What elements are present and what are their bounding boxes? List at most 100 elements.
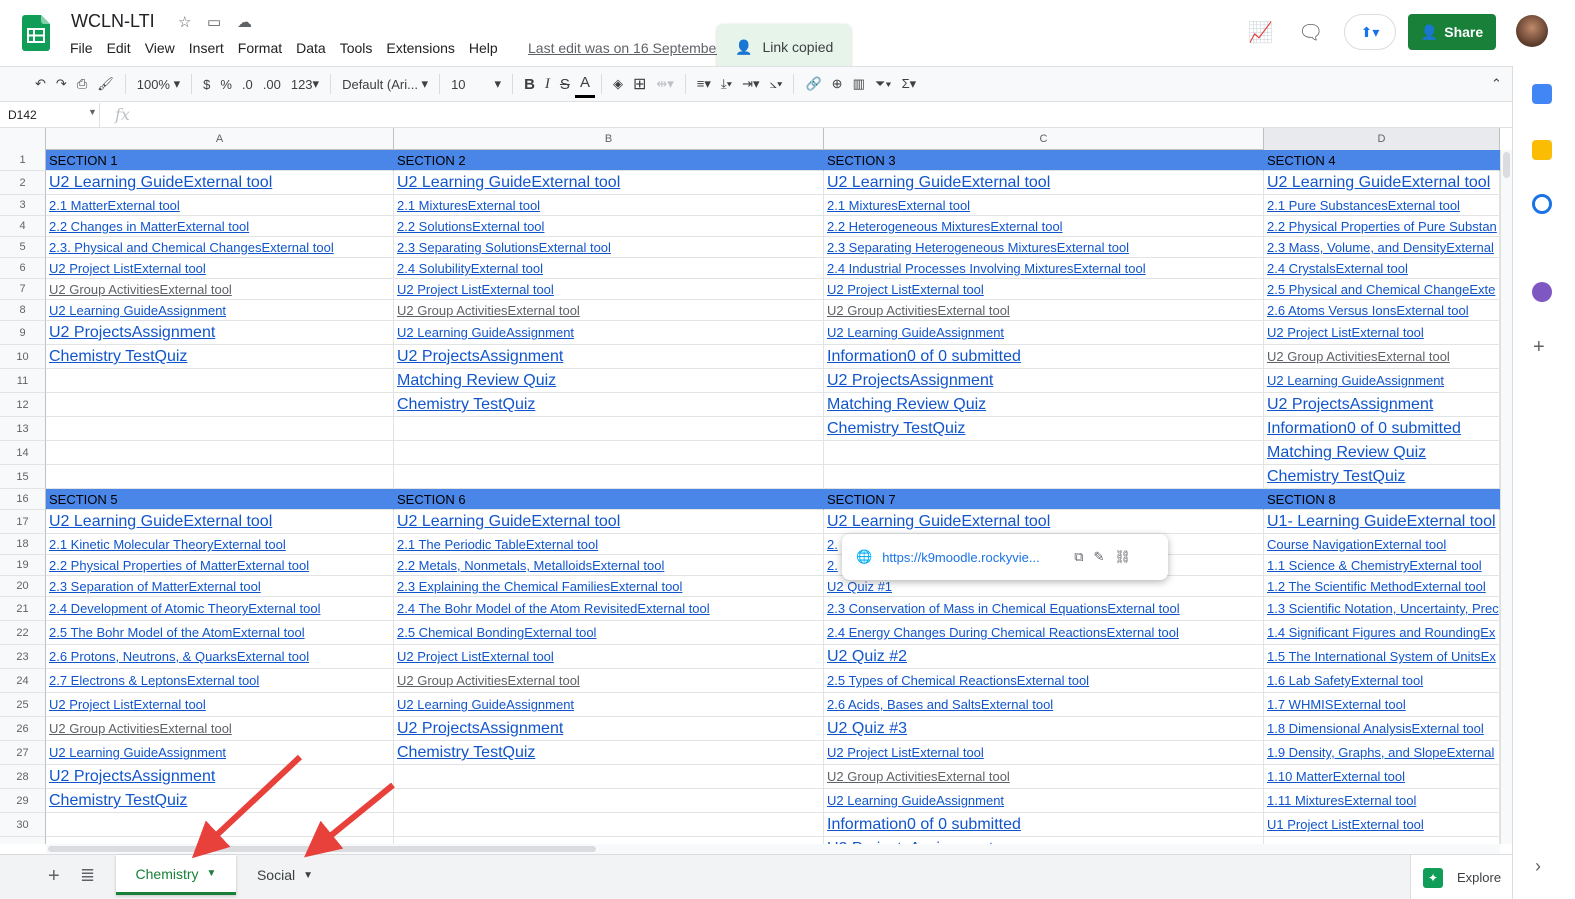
cell-link[interactable]: 2.4 SolubilityExternal tool [397,261,543,276]
cell[interactable]: Matching Review Quiz [824,393,1264,417]
cell[interactable]: U2 Group ActivitiesExternal tool [46,717,394,741]
cell[interactable] [46,417,394,441]
cell-link[interactable]: U2 Learning GuideExternal tool [397,174,620,191]
cell-link[interactable]: U2 Quiz #3 [827,720,907,737]
cell[interactable]: U2 Learning GuideAssignment [394,321,824,345]
cell[interactable]: U2 Learning GuideAssignment [824,789,1264,813]
edit-icon[interactable]: ✎ [1093,549,1104,565]
menu-view[interactable]: View [145,40,181,56]
cell-link[interactable]: U2 Learning GuideExternal tool [827,513,1050,530]
cell-link[interactable]: U2 Learning GuideAssignment [1267,373,1444,388]
explore-button[interactable]: ✦ Explore [1410,855,1512,899]
cell-link[interactable]: 2.2 Heterogeneous MixturesExternal tool [827,219,1063,234]
row-header[interactable]: 4 [0,216,46,237]
cell-link[interactable]: U2 Learning GuideAssignment [827,793,1004,808]
star-icon[interactable]: ☆ [178,13,191,31]
cell[interactable]: 2.5 Chemical BondingExternal tool [394,621,824,645]
horizontal-align-icon[interactable]: ≡▾ [692,70,716,98]
sheet-grid[interactable]: A B C D 1 SECTION 1 SECTION 2 SECTION 3 SECT… [0,128,1500,844]
cell[interactable]: 1.6 Lab SafetyExternal tool [1264,669,1500,693]
cell[interactable]: 2.1 Kinetic Molecular TheoryExternal too… [46,534,394,555]
cell-link[interactable]: U2 Learning GuideAssignment [827,325,1004,340]
cell[interactable]: 2.1 MixturesExternal tool [824,195,1264,216]
cell-link[interactable]: U2 Project ListExternal tool [827,745,984,760]
cell[interactable]: 2.2 Metals, Nonmetals, MetalloidsExterna… [394,555,824,576]
cell-link[interactable]: 1.1 Science & ChemistryExternal tool [1267,558,1482,573]
more-formats-button[interactable]: 123 ▾ [286,70,324,98]
insert-comment-icon[interactable]: ⊕ [827,70,848,98]
cell-link[interactable]: Information0 of 0 submitted [827,348,1021,365]
cell[interactable]: 2.6 Acids, Bases and SaltsExternal tool [824,693,1264,717]
row-header[interactable]: 17 [0,510,46,534]
keep-icon[interactable] [1532,140,1552,160]
cell-link[interactable]: 2. [827,558,838,573]
row-header[interactable]: 29 [0,789,46,813]
cell[interactable]: U1 Project ListExternal tool [1264,813,1500,837]
cell[interactable]: 2.3. Physical and Chemical ChangesExtern… [46,237,394,258]
font-select[interactable]: Default (Ari... ▾ [337,70,433,98]
cell[interactable]: 1.9 Density, Graphs, and SlopeExternal [1264,741,1500,765]
cell[interactable]: 2.3 Separating SolutionsExternal tool [394,237,824,258]
cell-link[interactable]: 2.6 Atoms Versus IonsExternal tool [1267,303,1469,318]
cell[interactable]: U2 Learning GuideAssignment [1264,369,1500,393]
row-header[interactable]: 23 [0,645,46,669]
cell[interactable] [46,813,394,837]
column-header[interactable]: D [1264,128,1500,150]
row-header[interactable]: 14 [0,441,46,465]
row-header[interactable]: 28 [0,765,46,789]
cell-link[interactable]: U2 Group ActivitiesExternal tool [1267,349,1450,364]
cell-link[interactable]: 2.4 The Bohr Model of the Atom Revisited… [397,601,710,616]
row-header[interactable]: 31 [0,837,46,844]
cell[interactable]: U2 Learning GuideExternal tool [394,171,824,195]
cell[interactable] [1264,837,1500,844]
cell[interactable]: U2 Learning GuideExternal tool [46,171,394,195]
filter-icon[interactable]: ⏷▾ [870,70,897,98]
cell[interactable]: 2.4 Development of Atomic TheoryExternal… [46,597,394,621]
cell-link[interactable]: 1.9 Density, Graphs, and SlopeExternal [1267,745,1494,760]
cell[interactable]: SECTION 5 [46,489,394,510]
cell-link[interactable]: U2 Learning GuideExternal tool [397,513,620,530]
cell[interactable]: Chemistry TestQuiz [46,789,394,813]
cell-link[interactable]: U2 ProjectsAssignment [49,768,215,785]
cell[interactable] [394,765,824,789]
cell-link[interactable]: U2 Project ListExternal tool [49,261,206,276]
cell-link[interactable]: U1 Project ListExternal tool [1267,817,1424,832]
cell[interactable]: 2.3 Conservation of Mass in Chemical Equ… [824,597,1264,621]
cell[interactable]: 1.2 The Scientific MethodExternal tool [1264,576,1500,597]
italic-icon[interactable]: I [540,70,555,98]
cell-link[interactable]: Matching Review Quiz [827,396,986,413]
add-sheet-icon[interactable]: + [48,865,60,888]
cell[interactable]: U2 Project ListExternal tool [46,693,394,717]
cell-link[interactable]: 1.2 The Scientific MethodExternal tool [1267,579,1486,594]
cell-link[interactable]: 1.3 Scientific Notation, Uncertainty, Pr… [1267,601,1499,616]
cell-link[interactable]: 2.4 Development of Atomic TheoryExternal… [49,601,320,616]
cell-link[interactable]: Course NavigationExternal tool [1267,537,1446,552]
calendar-icon[interactable] [1532,84,1552,104]
cell-link[interactable]: U2 Group ActivitiesExternal tool [49,721,232,736]
cell-link[interactable]: U2 Learning GuideAssignment [397,325,574,340]
cell[interactable]: 2.4 Energy Changes During Chemical React… [824,621,1264,645]
collapse-toolbar-icon[interactable]: ⌃ [1486,70,1507,98]
menu-file[interactable]: File [70,40,99,56]
cell[interactable]: Chemistry TestQuiz [394,741,824,765]
add-addon-icon[interactable]: + [1533,336,1545,359]
cell[interactable]: Matching Review Quiz [394,369,824,393]
cell-link[interactable]: U2 Learning GuideAssignment [49,745,226,760]
cell-link[interactable]: U2 ProjectsAssignment [1267,396,1433,413]
cell[interactable]: SECTION 8 [1264,489,1500,510]
name-box[interactable]: D142 ▼ [0,103,100,127]
cell-link[interactable]: 2.1 MixturesExternal tool [397,198,540,213]
bold-icon[interactable]: B [519,70,540,98]
sheets-logo-icon[interactable] [22,15,50,51]
cell[interactable]: U2 Group ActivitiesExternal tool [46,279,394,300]
row-header[interactable]: 2 [0,171,46,195]
cell-link[interactable]: 1.7 WHMISExternal tool [1267,697,1406,712]
cell-link[interactable]: 2.3 Separating Heterogeneous MixturesExt… [827,240,1129,255]
cell-link[interactable]: U2 Project ListExternal tool [397,282,554,297]
cell[interactable]: 2.2 Heterogeneous MixturesExternal tool [824,216,1264,237]
present-button[interactable]: ⬆▾ [1344,14,1396,50]
cell[interactable]: 2.5 Types of Chemical ReactionsExternal … [824,669,1264,693]
cell-link[interactable]: U2 Learning GuideAssignment [397,697,574,712]
column-header[interactable]: A [46,128,394,150]
cell[interactable]: U2 Quiz #3 [824,717,1264,741]
